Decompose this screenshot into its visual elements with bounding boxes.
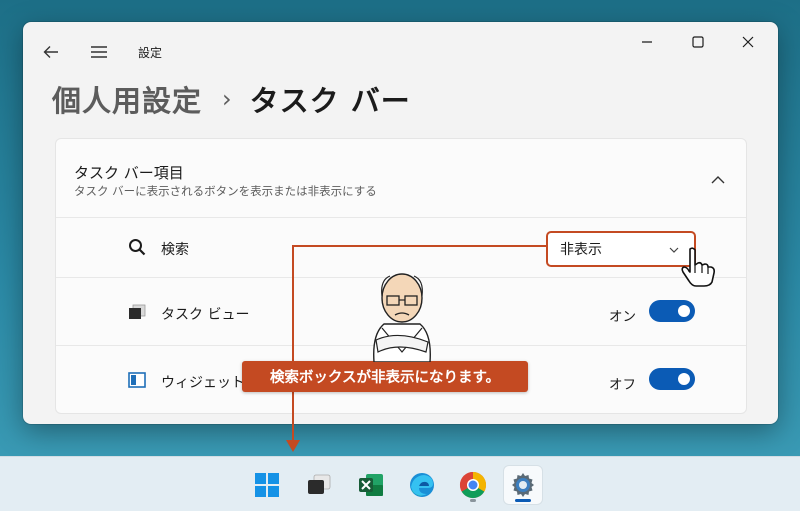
widgets-toggle[interactable] [649,368,695,390]
edge-icon [410,473,434,497]
collapse-button[interactable] [706,167,730,191]
hamburger-icon [91,46,107,58]
panel-description: タスク バーに表示されるボタンを表示または非表示にする [74,184,377,198]
callout-line [292,245,294,361]
excel-taskbar-button[interactable] [352,466,390,504]
navigation-menu-button[interactable] [85,38,113,66]
widgets-label: ウィジェット [161,375,245,391]
maximize-button[interactable] [678,30,718,54]
back-button[interactable] [37,38,65,66]
breadcrumb: 個人用設定 › タスク バー [52,78,411,120]
chrome-taskbar-button[interactable] [454,466,492,504]
settings-taskbar-button[interactable] [504,466,542,504]
task-view-label: タスク ビュー [161,307,250,323]
start-button[interactable] [248,466,286,504]
chevron-down-icon [669,247,679,253]
title-bar: 設定 [23,22,778,80]
close-icon [742,36,754,48]
back-arrow-icon [43,46,58,58]
chevron-up-icon [711,175,725,183]
minimize-icon [642,41,652,43]
task-view-icon [308,474,331,494]
settings-gear-icon [512,473,534,497]
dropdown-value: 非表示 [560,242,602,258]
callout-line [292,392,294,443]
toggle-knob [678,305,690,317]
edge-taskbar-button[interactable] [403,466,441,504]
excel-icon [359,474,383,496]
running-indicator [470,499,476,502]
active-indicator [515,499,531,502]
panel-header[interactable]: タスク バー項目 タスク バーに表示されるボタンを表示または非表示にする [56,139,746,218]
widgets-icon [128,371,146,389]
callout-line [292,245,546,247]
breadcrumb-parent[interactable]: 個人用設定 [52,78,202,120]
breadcrumb-separator: › [222,85,232,113]
taskbar [0,456,800,511]
callout-box: 検索ボックスが非表示になります。 [242,361,528,392]
widgets-state-label: オフ [609,377,636,393]
panel-title: タスク バー項目 [74,164,184,182]
windows-start-icon [255,473,279,497]
toggle-knob [678,373,690,385]
mascot-illustration [373,273,431,362]
task-view-taskbar-button[interactable] [300,466,338,504]
chrome-icon [459,471,487,499]
search-icon [128,238,146,256]
close-button[interactable] [728,30,768,54]
search-label: 検索 [161,242,189,258]
app-title: 設定 [138,46,163,60]
maximize-icon [692,36,704,48]
page-title: タスク バー [249,84,411,118]
minimize-button[interactable] [627,30,667,54]
search-visibility-dropdown[interactable]: 非表示 [546,231,696,267]
task-view-state-label: オン [609,309,636,325]
callout-arrow [286,440,300,452]
task-view-icon [128,303,146,321]
hand-cursor-icon [681,247,715,287]
task-view-toggle[interactable] [649,300,695,322]
